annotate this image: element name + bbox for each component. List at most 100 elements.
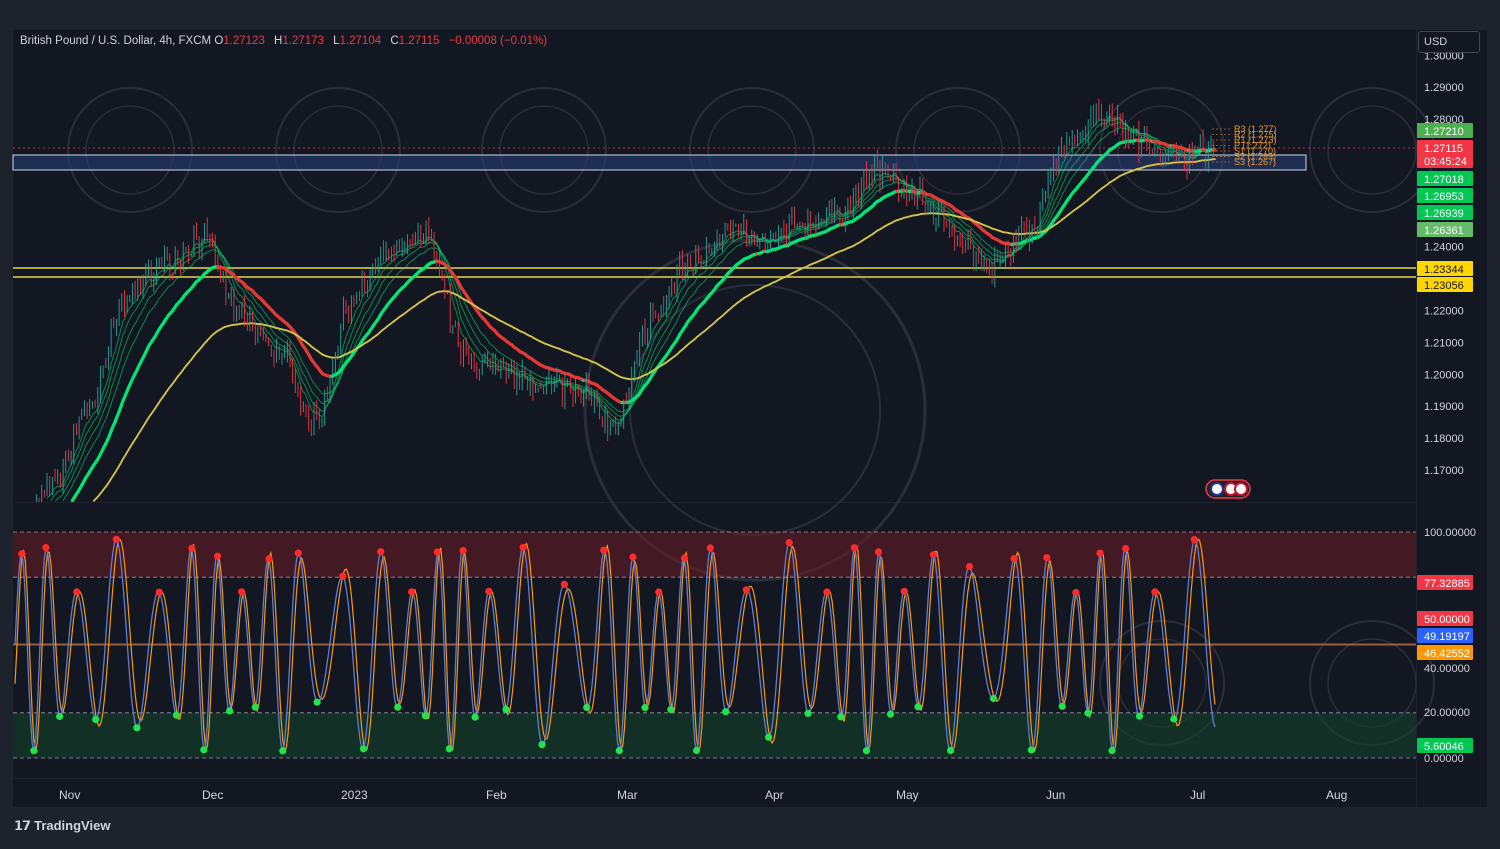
osc-peak-dot	[1072, 589, 1079, 596]
osc-trough-dot	[914, 703, 921, 710]
change-value: −0.00008 (−0.01%)	[449, 35, 547, 47]
osc-peak-dot	[707, 544, 714, 551]
high-value: 1.27173	[282, 35, 324, 47]
osc-trough-dot	[1028, 746, 1035, 753]
osc-trough-dot	[226, 707, 233, 714]
close-label: C	[390, 35, 398, 47]
price-tag-text-6: 1.23344	[1424, 264, 1464, 276]
brand-label: TradingView	[34, 818, 110, 833]
osc-peak-dot	[339, 573, 346, 580]
osc-trough-dot	[252, 704, 259, 711]
osc-tag-text-3: 49.19197	[1424, 631, 1470, 643]
osc-trough-dot	[56, 713, 63, 720]
symbol-title[interactable]: British Pound / U.S. Dollar, 4h, FXCM	[20, 35, 211, 47]
low-value: 1.27104	[340, 35, 382, 47]
tv-logo-icon: 𝟭𝟳	[14, 818, 30, 833]
symbol-legend[interactable]: British Pound / U.S. Dollar, 4h, FXCM O1…	[20, 35, 553, 47]
osc-trough-dot	[990, 695, 997, 702]
x-tick-2: 2023	[341, 788, 368, 802]
osc-trough-dot	[133, 724, 140, 731]
osc-peak-dot	[1151, 588, 1158, 595]
osc-tag-text-1: 77.32885	[1424, 578, 1470, 590]
osc-peak-dot	[655, 588, 662, 595]
osc-trough-dot	[693, 747, 700, 754]
osc-peak-dot	[18, 550, 25, 557]
osc-peak-dot	[408, 588, 415, 595]
time-axis-bg	[13, 779, 1416, 807]
osc-tag-text-7: 5.60046	[1424, 741, 1464, 753]
oscillator-group	[13, 532, 1416, 758]
uk-flag-icon-2	[1235, 483, 1247, 495]
price-tag-text-7: 1.23056	[1424, 280, 1464, 292]
osc-peak-dot	[681, 554, 688, 561]
osc-trough-dot	[887, 711, 894, 718]
x-tick-6: May	[896, 788, 919, 802]
osc-trough-dot	[502, 706, 509, 713]
x-tick-8: Jul	[1190, 788, 1205, 802]
x-tick-9: Aug	[1326, 788, 1347, 802]
osc-trough-dot	[722, 708, 729, 715]
price-tag-text-2: 1.27018	[1424, 174, 1464, 186]
y-tick-3: 1.24000	[1424, 242, 1464, 254]
tradingview-logo[interactable]: 𝟭𝟳 TradingView	[14, 818, 110, 834]
countdown-text: 03:45:24	[1424, 156, 1467, 168]
close-value: 1.27115	[399, 35, 440, 47]
osc-peak-dot	[1096, 550, 1103, 557]
osc-peak-dot	[460, 547, 467, 554]
osc-trough-dot	[583, 704, 590, 711]
osc-peak-dot	[823, 588, 830, 595]
osc-peak-dot	[1191, 536, 1198, 543]
osc-trough-dot	[947, 747, 954, 754]
y-tick-1: 1.29000	[1424, 82, 1464, 94]
osc-peak-dot	[875, 548, 882, 555]
osc-trough-dot	[1108, 747, 1115, 754]
osc-peak-dot	[930, 551, 937, 558]
osc-trough-dot	[360, 745, 367, 752]
osc-peak-dot	[966, 563, 973, 570]
osc-peak-dot	[188, 545, 195, 552]
osc-tick-5: 40.00000	[1424, 663, 1470, 675]
osc-peak-dot	[1043, 554, 1050, 561]
price-tag-text-1: 1.27115	[1424, 143, 1463, 155]
low-label: L	[333, 35, 339, 47]
chart-stage[interactable]: R3 (1.277)R2 (1.275)R1 (1.273)P (1.272)S…	[0, 0, 1500, 844]
y-tick-6: 1.20000	[1424, 369, 1464, 381]
osc-trough-dot	[641, 704, 648, 711]
event-flags[interactable]	[1206, 480, 1250, 498]
osc-peak-dot	[561, 581, 568, 588]
price-tag-text-0: 1.27210	[1424, 126, 1464, 138]
chart-svg[interactable]: R3 (1.277)R2 (1.275)R1 (1.273)P (1.272)S…	[0, 0, 1500, 844]
supply-zone-box	[13, 155, 1306, 170]
osc-tag-text-2: 50.00000	[1424, 614, 1470, 626]
osc-trough-dot	[1170, 715, 1177, 722]
osc-trough-dot	[837, 713, 844, 720]
x-tick-1: Dec	[202, 788, 223, 802]
osc-trough-dot	[422, 712, 429, 719]
osc-trough-dot	[667, 706, 674, 713]
currency-selector[interactable]: USD	[1418, 31, 1480, 53]
osc-trough-dot	[1084, 710, 1091, 717]
osc-trough-dot	[1059, 703, 1066, 710]
y-tick-9: 1.17000	[1424, 465, 1464, 477]
osc-trough-dot	[446, 745, 453, 752]
osc-peak-dot	[238, 588, 245, 595]
osc-trough-dot	[279, 747, 286, 754]
osc-peak-dot	[73, 588, 80, 595]
osc-peak-dot	[851, 544, 858, 551]
osc-trough-dot	[616, 747, 623, 754]
open-value: 1.27123	[223, 35, 265, 47]
osc-peak-dot	[1011, 555, 1018, 562]
osc-trough-dot	[173, 712, 180, 719]
osc-trough-dot	[30, 747, 37, 754]
osc-trough-dot	[765, 734, 772, 741]
x-tick-5: Apr	[765, 788, 784, 802]
osc-peak-dot	[786, 539, 793, 546]
x-tick-3: Feb	[486, 788, 507, 802]
x-tick-7: Jun	[1046, 788, 1065, 802]
us-flag-icon	[1211, 483, 1223, 495]
osc-trough-dot	[1136, 713, 1143, 720]
osc-tag-text-4: 46.42552	[1424, 648, 1470, 660]
osc-tick-6: 20.00000	[1424, 707, 1470, 719]
price-tag-text-3: 1.26953	[1424, 191, 1464, 203]
x-tick-0: Nov	[59, 788, 80, 802]
